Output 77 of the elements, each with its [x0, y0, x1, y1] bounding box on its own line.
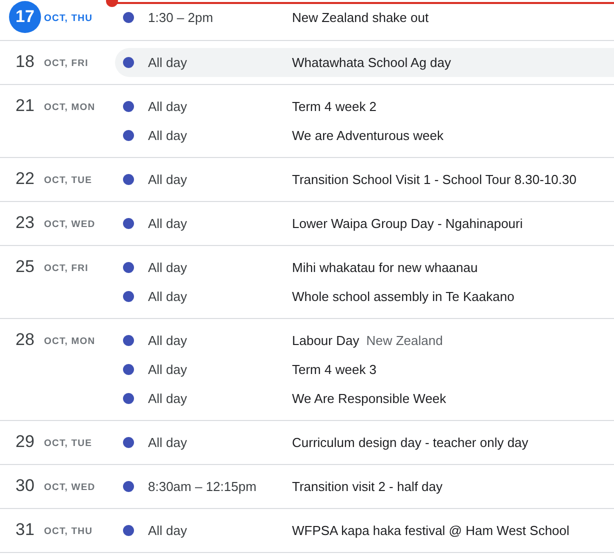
- event-time: All day: [148, 289, 188, 304]
- day-number[interactable]: 22: [9, 163, 41, 195]
- event-title: We are Adventurous week: [292, 128, 444, 143]
- event-title: WFPSA kapa haka festival @ Ham West School: [292, 523, 570, 538]
- event-title: Transition visit 2 - half day: [292, 479, 443, 494]
- event-row[interactable]: All day Term 4 week 3: [115, 355, 614, 384]
- event-dot-icon: [123, 130, 134, 141]
- event-title: Mihi whakatau for new whaanau: [292, 260, 478, 275]
- day-label: OCT, THU: [44, 526, 93, 537]
- event-time: All day: [148, 55, 188, 70]
- event-dot-icon: [123, 57, 134, 68]
- event-row[interactable]: All day Transition School Visit 1 - School Tour 8.30-10.30: [115, 165, 614, 194]
- event-title: Lower Waipa Group Day - Ngahinapouri: [292, 216, 523, 231]
- day-number[interactable]: 21: [9, 90, 41, 122]
- day-label: OCT, FRI: [44, 263, 88, 274]
- day-number[interactable]: 23: [9, 207, 41, 239]
- event-title: We Are Responsible Week: [292, 391, 446, 406]
- event-row[interactable]: All day Term 4 week 2: [115, 92, 614, 121]
- day-number[interactable]: 17: [9, 1, 41, 33]
- event-title: Whole school assembly in Te Kaakano: [292, 289, 514, 304]
- day-number[interactable]: 25: [9, 251, 41, 283]
- event-dot-icon: [123, 393, 134, 404]
- event-dot-icon: [123, 262, 134, 273]
- event-dot-icon: [123, 335, 134, 346]
- day-label: OCT, TUE: [44, 438, 92, 449]
- event-title: Term 4 week 2: [292, 99, 377, 114]
- event-time: 1:30 – 2pm: [148, 10, 214, 25]
- event-row[interactable]: 8:30am – 12:15pm Transition visit 2 - half day: [115, 472, 614, 501]
- event-row[interactable]: All day Lower Waipa Group Day - Ngahinapouri: [115, 209, 614, 238]
- event-time: All day: [148, 172, 188, 187]
- event-dot-icon: [123, 174, 134, 185]
- event-row[interactable]: All day Labour Day New Zealand: [115, 326, 614, 355]
- event-time: All day: [148, 128, 188, 143]
- day-label: OCT, WED: [44, 482, 96, 493]
- day-number[interactable]: 29: [9, 426, 41, 458]
- day-label: OCT, WED: [44, 219, 96, 230]
- event-title: Curriculum design day - teacher only day: [292, 435, 528, 450]
- event-title: New Zealand shake out: [292, 10, 429, 25]
- event-dot-icon: [123, 364, 134, 375]
- event-row[interactable]: All day We Are Responsible Week: [115, 384, 614, 413]
- event-row[interactable]: All day We are Adventurous week: [115, 121, 614, 150]
- day-number[interactable]: 28: [9, 324, 41, 356]
- event-row[interactable]: All day Curriculum design day - teacher only day: [115, 428, 614, 457]
- event-title: Whatawhata School Ag day: [292, 55, 451, 70]
- event-subtitle: New Zealand: [366, 333, 443, 348]
- event-title: Transition School Visit 1 - School Tour 8.30-10.30: [292, 172, 576, 187]
- event-time: All day: [148, 333, 188, 348]
- event-dot-icon: [123, 218, 134, 229]
- event-dot-icon: [123, 525, 134, 536]
- event-dot-icon: [123, 481, 134, 492]
- event-row[interactable]: All day Mihi whakatau for new whaanau: [115, 253, 614, 282]
- event-time: 8:30am – 12:15pm: [148, 479, 258, 494]
- event-row[interactable]: 1:30 – 2pm New Zealand shake out: [115, 3, 614, 32]
- day-number[interactable]: 18: [9, 46, 41, 78]
- event-time: All day: [148, 99, 188, 114]
- day-number[interactable]: 31: [9, 514, 41, 546]
- event-row[interactable]: All day WFPSA kapa haka festival @ Ham West School: [115, 516, 614, 545]
- event-time: All day: [148, 523, 188, 538]
- day-label: OCT, MON: [44, 102, 96, 113]
- event-time: All day: [148, 260, 188, 275]
- event-row[interactable]: All day Whole school assembly in Te Kaakano: [115, 282, 614, 311]
- event-time: All day: [148, 362, 188, 377]
- event-time: All day: [148, 216, 188, 231]
- event-title: Labour Day: [292, 333, 360, 348]
- event-dot-icon: [123, 101, 134, 112]
- event-dot-icon: [123, 291, 134, 302]
- event-title: Term 4 week 3: [292, 362, 377, 377]
- event-dot-icon: [123, 12, 134, 23]
- day-number[interactable]: 30: [9, 470, 41, 502]
- day-label: OCT, TUE: [44, 175, 92, 186]
- event-time: All day: [148, 391, 188, 406]
- event-time: All day: [148, 435, 188, 450]
- day-label: OCT, THU: [44, 13, 93, 24]
- event-row[interactable]: All day Whatawhata School Ag day: [115, 48, 614, 77]
- day-label: OCT, MON: [44, 336, 96, 347]
- event-dot-icon: [123, 437, 134, 448]
- day-label: OCT, FRI: [44, 58, 88, 69]
